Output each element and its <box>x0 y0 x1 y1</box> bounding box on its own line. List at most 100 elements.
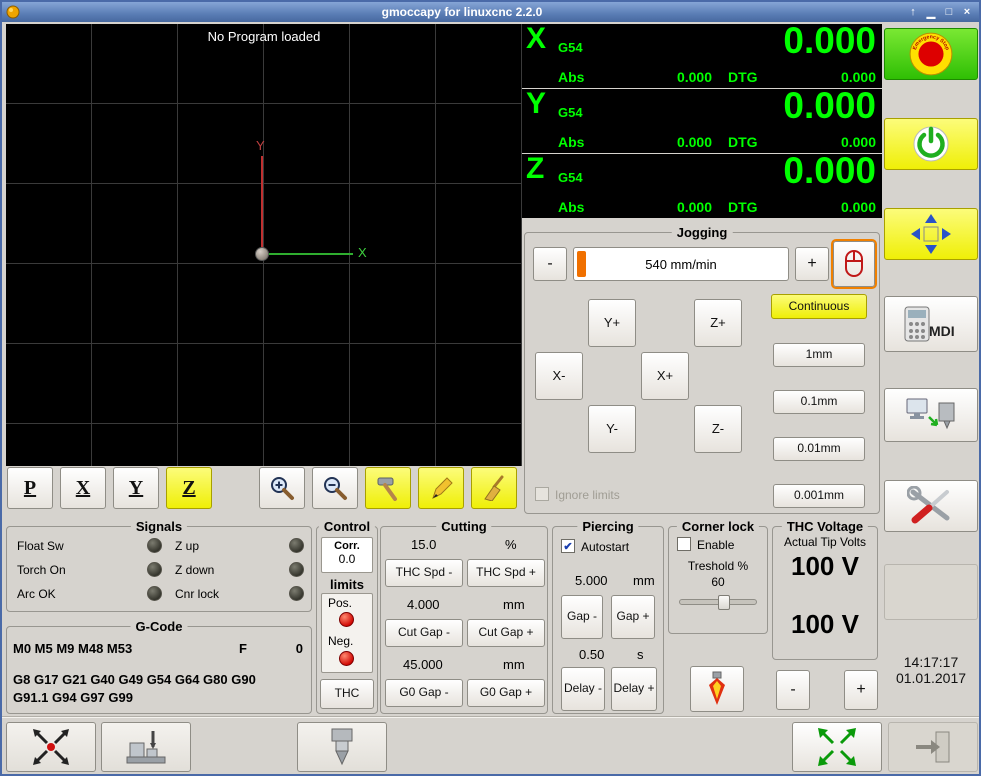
window-icon <box>6 5 20 19</box>
jog-z-plus-button[interactable]: Z+ <box>694 299 742 347</box>
signal-label: Z down <box>175 563 215 577</box>
thc-button[interactable]: THC <box>320 679 374 709</box>
axis-letter: Y <box>526 87 547 120</box>
touchoff-button[interactable] <box>6 722 96 772</box>
increment-01mm-button[interactable]: 0.1mm <box>773 390 865 414</box>
jog-speed-slider[interactable]: 540 mm/min <box>573 247 789 281</box>
increment-001mm-button[interactable]: 0.01mm <box>773 437 865 461</box>
clock-date: 01.01.2017 <box>895 670 967 686</box>
pos-limit-led <box>339 612 354 627</box>
toolbar-separator <box>2 716 979 718</box>
blockheight-icon <box>123 727 169 767</box>
axis-letter: Z <box>526 152 545 185</box>
user-tab-button <box>884 564 978 620</box>
axis-value: 0.000 <box>783 150 876 191</box>
signal-label: Torch On <box>17 563 66 577</box>
thc-spd-minus-button[interactable]: THC Spd - <box>385 559 463 587</box>
broom-icon <box>481 475 507 501</box>
manual-mode-button[interactable] <box>884 208 978 260</box>
maximize-button[interactable]: □ <box>940 6 958 18</box>
increment-0001mm-button[interactable]: 0.001mm <box>773 484 865 508</box>
spindle-icon <box>322 726 362 768</box>
jog-z-minus-button[interactable]: Z- <box>694 405 742 453</box>
auto-mode-button[interactable] <box>884 388 978 442</box>
clear-plot-button[interactable] <box>471 467 517 509</box>
zoom-out-button[interactable] <box>312 467 358 509</box>
g0-gap-minus-button[interactable]: G0 Gap - <box>385 679 463 707</box>
jog-y-minus-button[interactable]: Y- <box>588 405 636 453</box>
limits-box: Pos. Neg. <box>321 593 373 673</box>
enable-checkbox[interactable] <box>677 537 691 551</box>
exit-door-icon <box>913 729 953 765</box>
cut-gap-unit: mm <box>503 597 525 612</box>
active-g-codes: G8 G17 G21 G40 G49 G54 G64 G80 G90 G91.1… <box>13 672 256 705</box>
x-axis-label: X <box>358 245 367 260</box>
view-p-button[interactable]: P <box>7 467 53 509</box>
machine-on-button[interactable] <box>884 118 978 170</box>
dro-axis-x[interactable]: X G54 0.000 Abs 0.000 DTG 0.000 <box>522 20 882 88</box>
g0-gap-plus-button[interactable]: G0 Gap + <box>467 679 545 707</box>
blockheight-button[interactable] <box>101 722 191 772</box>
abs-value: 0.000 <box>676 199 712 215</box>
autostart-label: Autostart <box>581 540 630 554</box>
pierce-gap-minus-button[interactable]: Gap - <box>561 595 603 639</box>
jog-x-minus-button[interactable]: X- <box>535 352 583 400</box>
estop-button[interactable]: Emergency Stop <box>884 28 978 80</box>
thc-speed-value: 15.0 <box>411 537 437 552</box>
view-x-button[interactable]: X <box>60 467 106 509</box>
dro-axis-y[interactable]: Y G54 0.000 Abs 0.000 DTG 0.000 <box>522 85 882 153</box>
thc-spd-plus-button[interactable]: THC Spd + <box>467 559 545 587</box>
mdi-mode-button[interactable]: MDI <box>884 296 978 352</box>
g0-gap-unit: mm <box>503 657 525 672</box>
gcode-preview[interactable]: No Program loaded Y X <box>6 24 522 466</box>
limits-title: limits <box>330 577 364 592</box>
calculator-icon <box>903 305 931 343</box>
view-y-button[interactable]: Y <box>113 467 159 509</box>
cut-gap-plus-button[interactable]: Cut Gap + <box>467 619 545 647</box>
set-volts-value: 100 V <box>791 609 859 639</box>
y-axis-label: Y <box>256 138 265 153</box>
signal-label: Float Sw <box>17 539 64 553</box>
close-button[interactable]: × <box>958 6 976 18</box>
jog-speed-minus-button[interactable]: - <box>533 247 567 281</box>
emergency-stop-icon: Emergency Stop <box>908 31 954 77</box>
g0-gap-value: 45.000 <box>403 657 443 672</box>
pencil-icon <box>428 475 454 501</box>
dro-axis-z[interactable]: Z G54 0.000 Abs 0.000 DTG 0.000 <box>522 150 882 218</box>
minimize-button[interactable]: ▁ <box>922 6 940 19</box>
increment-1mm-button[interactable]: 1mm <box>773 343 865 367</box>
jog-mouse-button[interactable] <box>831 239 877 289</box>
toolchange-button[interactable] <box>297 722 387 772</box>
cut-gap-minus-button[interactable]: Cut Gap - <box>385 619 463 647</box>
mdi-label: MDI <box>929 323 955 339</box>
abs-label: Abs <box>558 134 585 150</box>
increment-continuous-button[interactable]: Continuous <box>771 294 867 319</box>
pierce-delay-minus-button[interactable]: Delay - <box>561 667 605 711</box>
jog-speed-plus-button[interactable]: + <box>795 247 829 281</box>
clock-time: 14:17:17 <box>903 654 959 670</box>
tool-measure-button[interactable] <box>365 467 411 509</box>
volts-plus-button[interactable]: + <box>844 670 878 710</box>
settings-button[interactable] <box>884 480 978 532</box>
mouse-icon <box>839 248 869 280</box>
threshold-slider[interactable] <box>679 595 757 610</box>
fullscreen-button[interactable] <box>792 722 882 772</box>
axis-value: 0.000 <box>783 85 876 126</box>
autostart-checkbox[interactable]: ✔ <box>561 539 575 553</box>
edit-gcode-button[interactable] <box>418 467 464 509</box>
jog-y-plus-button[interactable]: Y+ <box>588 299 636 347</box>
rollup-button[interactable]: ↑ <box>904 6 922 18</box>
torch-button[interactable] <box>690 666 744 712</box>
view-z-button[interactable]: Z <box>166 467 212 509</box>
volts-minus-button[interactable]: - <box>776 670 810 710</box>
pierce-gap-plus-button[interactable]: Gap + <box>611 595 655 639</box>
pierce-delay-plus-button[interactable]: Delay + <box>611 667 657 711</box>
jog-x-plus-button[interactable]: X+ <box>641 352 689 400</box>
cutting-title: Cutting <box>436 519 492 534</box>
ignore-limits-checkbox[interactable] <box>535 487 549 501</box>
titlebar[interactable]: gmoccapy for linuxcnc 2.2.0 ↑ ▁ □ × <box>2 2 979 22</box>
zoom-in-button[interactable] <box>259 467 305 509</box>
dtg-label: DTG <box>728 199 758 215</box>
threshold-slider-handle[interactable] <box>718 595 730 610</box>
origin-marker <box>255 247 269 261</box>
